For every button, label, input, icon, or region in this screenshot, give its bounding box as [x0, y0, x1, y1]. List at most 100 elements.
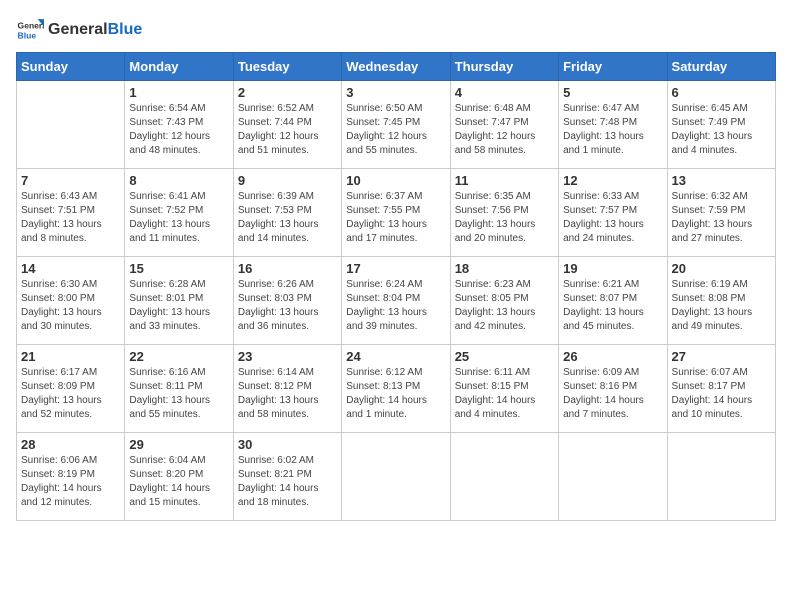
sunset-label: Sunset: 7:52 PM [129, 205, 203, 216]
daylight-label: Daylight: 14 hours and 4 minutes. [455, 395, 536, 420]
sunrise-label: Sunrise: 6:33 AM [563, 191, 639, 202]
day-cell: 9Sunrise: 6:39 AMSunset: 7:53 PMDaylight… [233, 169, 341, 257]
daylight-label: Daylight: 13 hours and 8 minutes. [21, 219, 102, 244]
day-number: 14 [21, 261, 120, 276]
day-number: 21 [21, 349, 120, 364]
sunrise-label: Sunrise: 6:32 AM [672, 191, 748, 202]
day-info: Sunrise: 6:14 AM Sunset: 8:12 PM Daylight:… [238, 366, 337, 422]
day-number: 25 [455, 349, 554, 364]
sunset-label: Sunset: 8:17 PM [672, 381, 746, 392]
day-cell: 28Sunrise: 6:06 AMSunset: 8:19 PMDayligh… [17, 433, 125, 521]
day-info: Sunrise: 6:17 AMSunset: 8:09 PMDaylight:… [21, 366, 120, 422]
sunrise-label: Sunrise: 6:07 AM [672, 367, 748, 378]
day-cell: 27Sunrise: 6:07 AMSunset: 8:17 PMDayligh… [667, 345, 775, 433]
sunset-label: Sunset: 7:59 PM [672, 205, 746, 216]
sunrise-label: Sunrise: 6:17 AM [21, 367, 97, 378]
daylight-label: Daylight: 13 hours and 33 minutes. [129, 307, 210, 332]
sunset-label: Sunset: 7:53 PM [238, 205, 312, 216]
sunset-label: Sunset: 7:43 PM [129, 117, 203, 128]
sunset-label: Sunset: 8:12 PM [238, 381, 312, 392]
day-info: Sunrise: 6:41 AMSunset: 7:52 PMDaylight:… [129, 190, 228, 246]
day-info: Sunrise: 6:28 AMSunset: 8:01 PMDaylight:… [129, 278, 228, 334]
svg-text:General: General [18, 20, 44, 30]
day-info: Sunrise: 6:07 AMSunset: 8:17 PMDaylight:… [672, 366, 771, 422]
daylight-label: Daylight: 13 hours and 20 minutes. [455, 219, 536, 244]
day-number: 22 [129, 349, 228, 364]
header: General Blue GeneralBlue [16, 16, 776, 44]
sunrise-label: Sunrise: 6:14 AM [238, 367, 314, 378]
day-info: Sunrise: 6:43 AMSunset: 7:51 PMDaylight:… [21, 190, 120, 246]
sunrise-label: Sunrise: 6:28 AM [129, 279, 205, 290]
daylight-label: Daylight: 14 hours and 12 minutes. [21, 483, 102, 508]
sunrise-label: Sunrise: 6:35 AM [455, 191, 531, 202]
day-number: 28 [21, 437, 120, 452]
logo: General Blue GeneralBlue [16, 16, 142, 44]
sunrise-label: Sunrise: 6:39 AM [238, 191, 314, 202]
header-tuesday: Tuesday [233, 53, 341, 81]
day-cell: 2Sunrise: 6:52 AMSunset: 7:44 PMDaylight… [233, 81, 341, 169]
day-info: Sunrise: 6:54 AMSunset: 7:43 PMDaylight:… [129, 102, 228, 158]
day-number: 20 [672, 261, 771, 276]
day-cell: 11Sunrise: 6:35 AMSunset: 7:56 PMDayligh… [450, 169, 558, 257]
header-thursday: Thursday [450, 53, 558, 81]
daylight-label: Daylight: 14 hours and 7 minutes. [563, 395, 644, 420]
sunrise-label: Sunrise: 6:24 AM [346, 279, 422, 290]
day-info: Sunrise: 6:30 AMSunset: 8:00 PMDaylight:… [21, 278, 120, 334]
sunset-label: Sunset: 8:15 PM [455, 381, 529, 392]
sunset-label: Sunset: 8:08 PM [672, 293, 746, 304]
sunrise-label: Sunrise: 6:19 AM [672, 279, 748, 290]
day-number: 9 [238, 173, 337, 188]
sunrise-label: Sunrise: 6:16 AM [129, 367, 205, 378]
day-info: Sunrise: 6:24 AMSunset: 8:04 PMDaylight:… [346, 278, 445, 334]
sunrise-label: Sunrise: 6:50 AM [346, 103, 422, 114]
daylight-label: Daylight: 13 hours and 42 minutes. [455, 307, 536, 332]
day-cell: 6Sunrise: 6:45 AMSunset: 7:49 PMDaylight… [667, 81, 775, 169]
header-sunday: Sunday [17, 53, 125, 81]
day-number: 17 [346, 261, 445, 276]
day-number: 12 [563, 173, 662, 188]
logo-icon: General Blue [16, 16, 44, 44]
day-number: 26 [563, 349, 662, 364]
sunset-label: Sunset: 8:21 PM [238, 469, 312, 480]
sunset-label: Sunset: 8:13 PM [346, 381, 420, 392]
sunset-label: Sunset: 7:55 PM [346, 205, 420, 216]
sunset-label: Sunset: 7:49 PM [672, 117, 746, 128]
day-cell: 30Sunrise: 6:02 AMSunset: 8:21 PMDayligh… [233, 433, 341, 521]
week-row-4: 21 Sunrise: 6:17 AMSunset: 8:09 PMDayligh… [17, 345, 776, 433]
sunrise-label: Sunrise: 6:41 AM [129, 191, 205, 202]
day-info: Sunrise: 6:12 AMSunset: 8:13 PMDaylight:… [346, 366, 445, 422]
calendar-header: SundayMondayTuesdayWednesdayThursdayFrid… [17, 53, 776, 81]
day-number: 23 [238, 349, 337, 364]
day-number: 7 [21, 173, 120, 188]
day-cell: 22 Sunrise: 6:16 AMSunset: 8:11 PMDayligh… [125, 345, 233, 433]
sunrise-label: Sunrise: 6:30 AM [21, 279, 97, 290]
day-info: Sunrise: 6:45 AMSunset: 7:49 PMDaylight:… [672, 102, 771, 158]
sunrise-label: Sunrise: 6:52 AM [238, 103, 314, 114]
day-number: 15 [129, 261, 228, 276]
daylight-label: Daylight: 13 hours and 52 minutes. [21, 395, 102, 420]
day-info: Sunrise: 6:21 AMSunset: 8:07 PMDaylight:… [563, 278, 662, 334]
daylight-label: Daylight: 13 hours and 4 minutes. [672, 131, 753, 156]
day-cell: 14 Sunrise: 6:30 AMSunset: 8:00 PMDayligh… [17, 257, 125, 345]
day-cell: 20Sunrise: 6:19 AMSunset: 8:08 PMDayligh… [667, 257, 775, 345]
day-cell: 3Sunrise: 6:50 AMSunset: 7:45 PMDaylight… [342, 81, 450, 169]
daylight-label: Daylight: 13 hours and 55 minutes. [129, 395, 210, 420]
day-number: 4 [455, 85, 554, 100]
sunset-label: Sunset: 8:04 PM [346, 293, 420, 304]
day-info: Sunrise: 6:48 AMSunset: 7:47 PMDaylight:… [455, 102, 554, 158]
day-cell [667, 433, 775, 521]
daylight-label: Daylight: 13 hours and 27 minutes. [672, 219, 753, 244]
day-info: Sunrise: 6:47 AMSunset: 7:48 PMDaylight:… [563, 102, 662, 158]
day-info: Sunrise: 6:16 AMSunset: 8:11 PMDaylight:… [129, 366, 228, 422]
day-cell [342, 433, 450, 521]
sunrise-label: Sunrise: 6:54 AM [129, 103, 205, 114]
day-info: Sunrise: 6:39 AMSunset: 7:53 PMDaylight:… [238, 190, 337, 246]
sunset-label: Sunset: 8:20 PM [129, 469, 203, 480]
daylight-label: Daylight: 14 hours and 18 minutes. [238, 483, 319, 508]
day-cell: 15 Sunrise: 6:28 AMSunset: 8:01 PMDayligh… [125, 257, 233, 345]
daylight-label: Daylight: 13 hours and 58 minutes. [238, 395, 319, 420]
day-info: Sunrise: 6:52 AMSunset: 7:44 PMDaylight:… [238, 102, 337, 158]
logo-wordmark: GeneralBlue [48, 22, 142, 38]
sunset-label: Sunset: 8:07 PM [563, 293, 637, 304]
sunrise-label: Sunrise: 6:02 AM [238, 455, 314, 466]
